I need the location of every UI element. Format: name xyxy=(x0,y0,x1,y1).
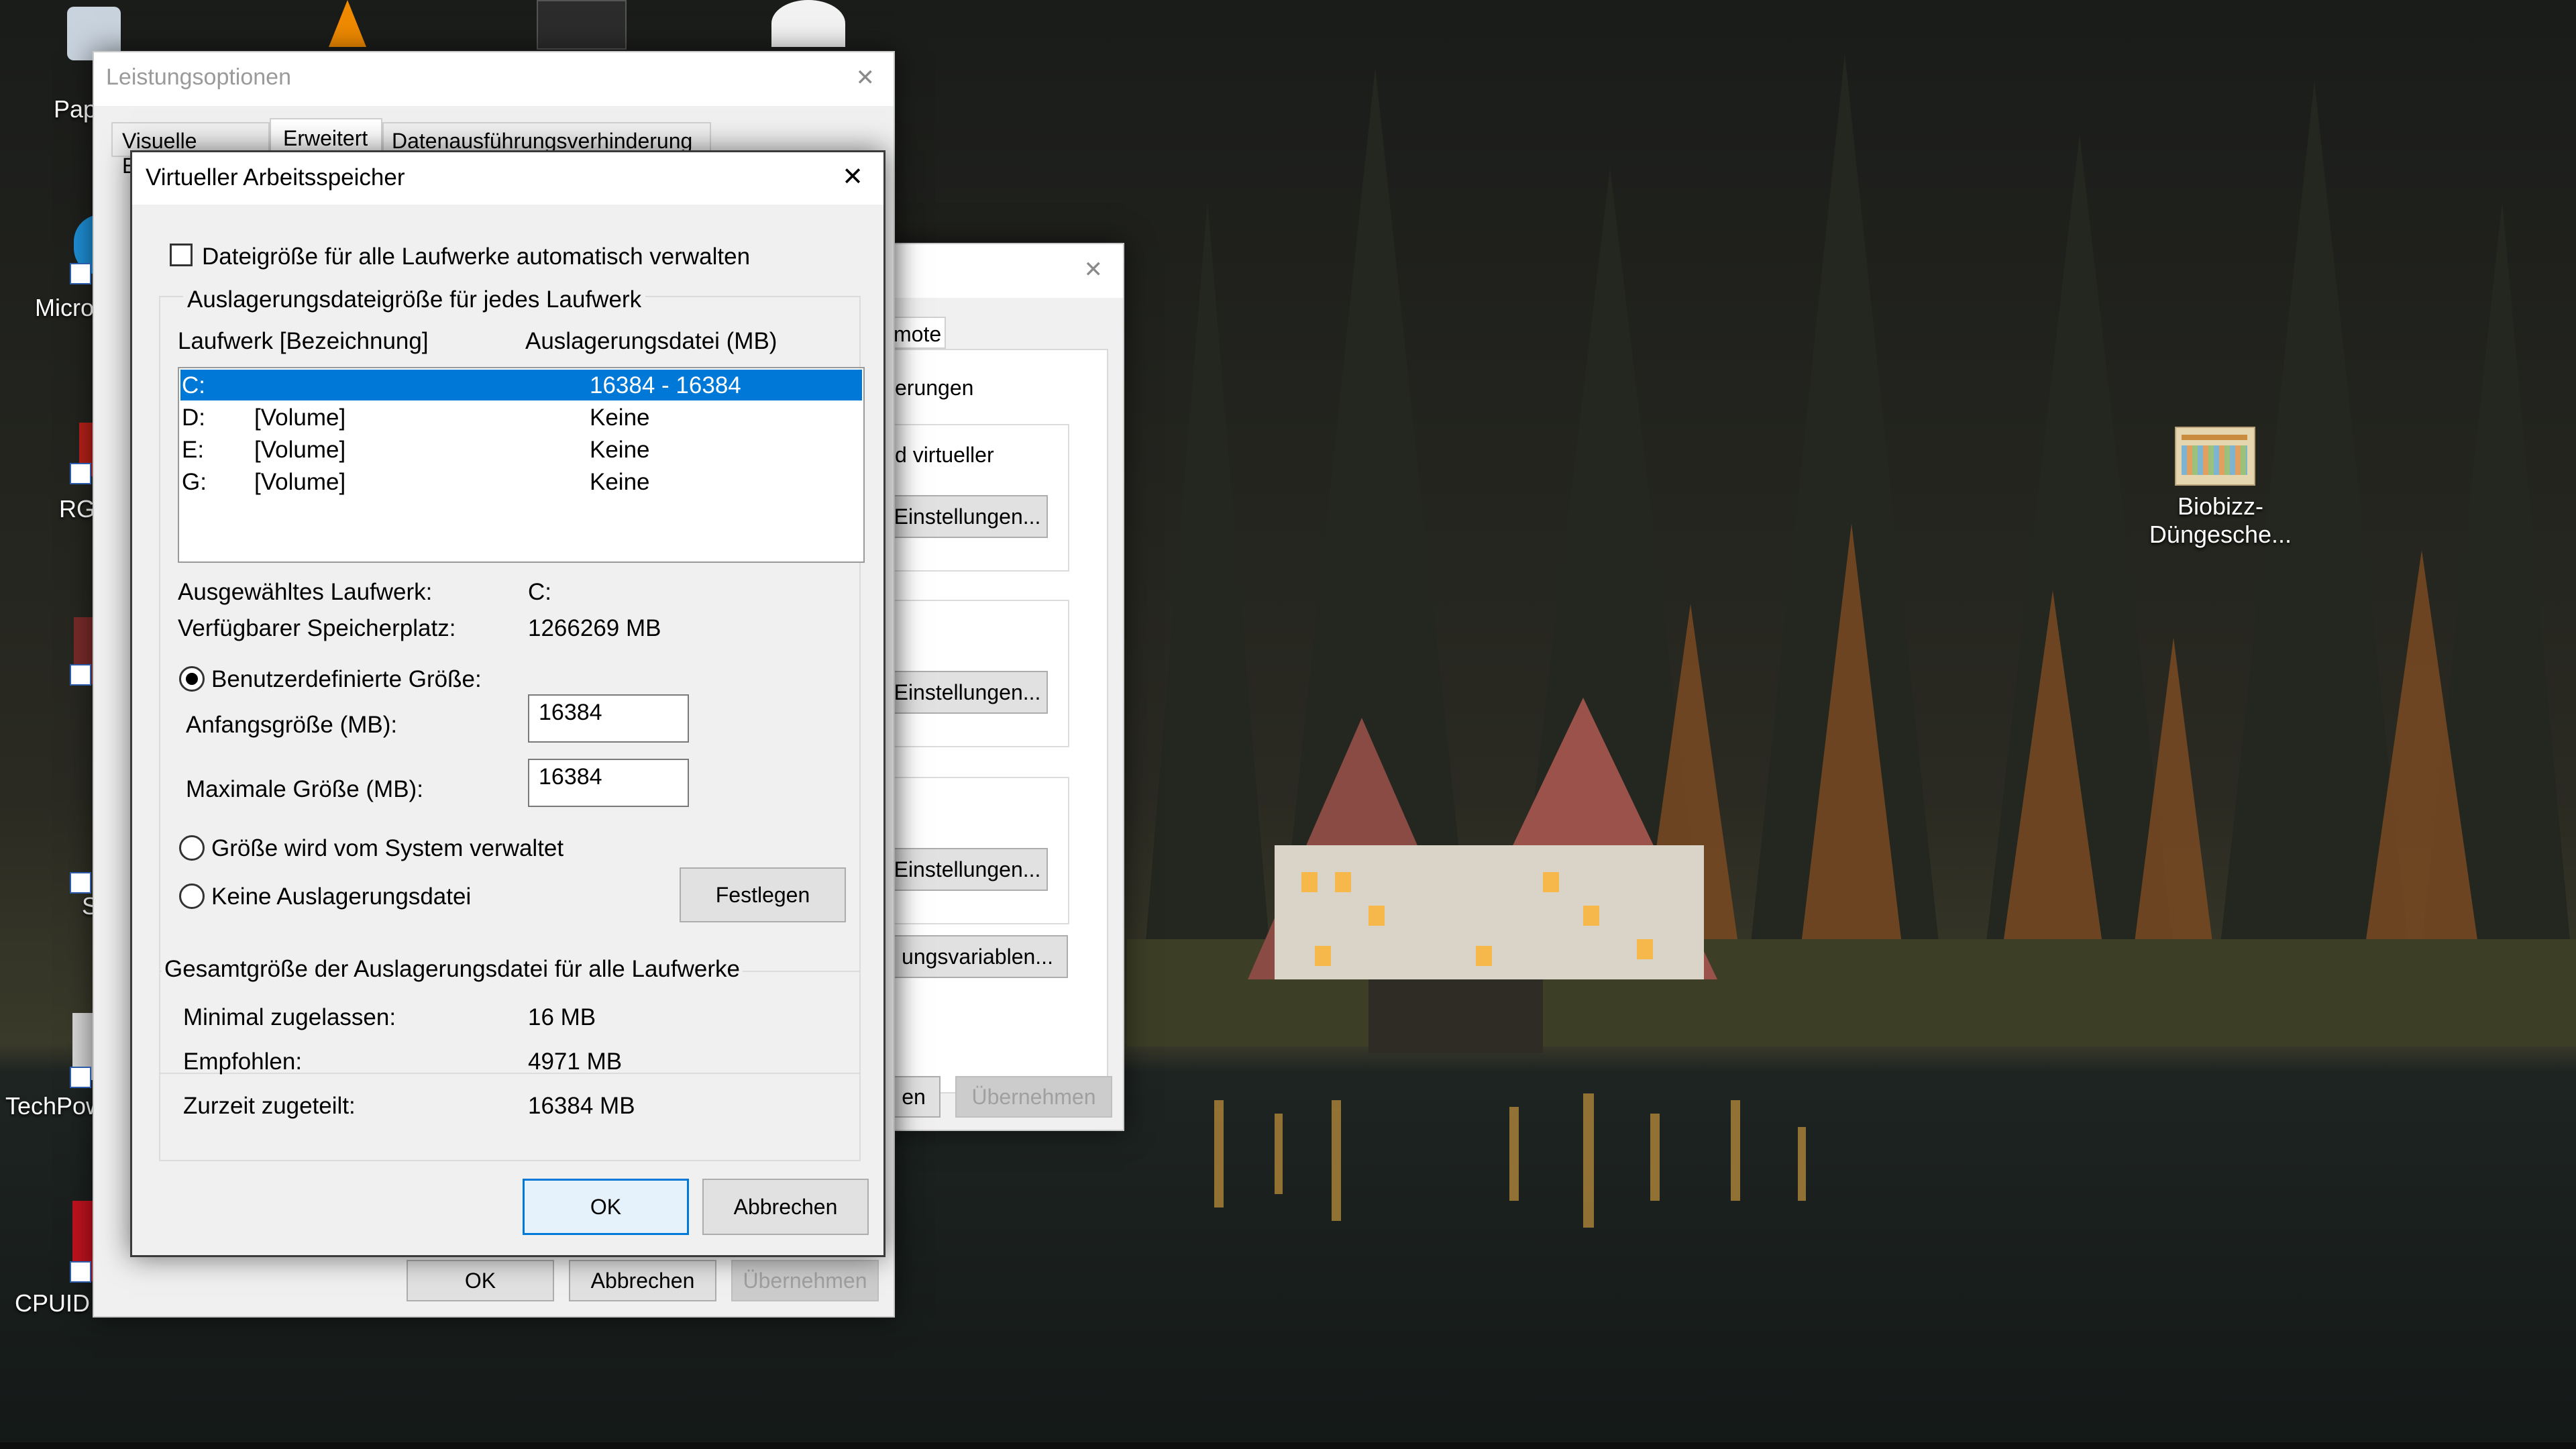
system-properties-cancel-button[interactable]: en xyxy=(887,1076,941,1118)
close-icon[interactable]: ✕ xyxy=(856,64,875,91)
app-icon-helmet[interactable] xyxy=(771,0,845,47)
drive-pagefile-size: 16384 - 16384 xyxy=(590,372,741,398)
tab-label: mote xyxy=(894,322,942,346)
allocated-value: 16384 MB xyxy=(528,1093,635,1119)
recommended-label: Empfohlen: xyxy=(183,1049,303,1075)
settings-button-performance[interactable]: Einstellungen... xyxy=(887,495,1048,538)
system-properties-apply-button: Übernehmen xyxy=(955,1076,1112,1118)
environment-variables-button[interactable]: ungsvariablen... xyxy=(887,935,1068,978)
desktop-icon-label: CPUID xyxy=(15,1289,91,1317)
desktop-icon-label: Micro xyxy=(35,294,94,321)
custom-size-label: Benutzerdefinierte Größe: xyxy=(211,666,482,692)
system-managed-label: Größe wird vom System verwaltet xyxy=(211,835,564,861)
text-fragment: d virtueller xyxy=(895,443,994,467)
total-size-group-title: Gesamtgröße der Auslagerungsdatei für al… xyxy=(162,956,743,983)
shortcut-arrow-icon xyxy=(70,463,91,484)
close-icon[interactable]: ✕ xyxy=(842,162,863,192)
drive-letter: D: xyxy=(182,405,205,431)
max-size-input[interactable]: 16384 xyxy=(528,759,689,807)
per-drive-group-title: Auslagerungsdateigröße für jedes Laufwer… xyxy=(183,286,646,313)
drive-pagefile-size: Keine xyxy=(590,469,650,495)
initial-size-input[interactable]: 16384 xyxy=(528,694,689,743)
close-icon[interactable]: ✕ xyxy=(1084,256,1104,283)
no-pagefile-radio[interactable] xyxy=(179,883,205,909)
drive-letter: G: xyxy=(182,469,207,495)
virtual-memory-dialog: Virtueller Arbeitsspeicher ✕ Dateigröße … xyxy=(130,150,885,1257)
auto-manage-checkbox[interactable] xyxy=(170,244,193,266)
drive-row-c[interactable]: C: 16384 - 16384 xyxy=(180,370,862,400)
settings-button-startup[interactable]: Einstellungen... xyxy=(887,848,1048,891)
free-space-value: 1266269 MB xyxy=(528,615,661,641)
drive-pagefile-size: Keine xyxy=(590,405,650,431)
drive-list[interactable]: C: 16384 - 16384 D: [Volume] Keine E: [V… xyxy=(178,367,865,563)
drive-row-d[interactable]: D: [Volume] Keine xyxy=(180,402,862,433)
drive-letter: E: xyxy=(182,437,205,463)
performance-options-titlebar: Leistungsoptionen xyxy=(94,52,894,106)
settings-button-profiles[interactable]: Einstellungen... xyxy=(887,671,1048,714)
free-space-label: Verfügbarer Speicherplatz: xyxy=(178,615,456,641)
system-properties-panel: erungen d virtueller Einstellungen... Ei… xyxy=(887,349,1108,1093)
desktop-icon-label: Biobizz-Düngesche... xyxy=(2149,492,2292,548)
performance-apply-button: Übernehmen xyxy=(731,1260,879,1301)
auto-manage-label: Dateigröße für alle Laufwerke automatisc… xyxy=(202,244,751,270)
drive-pagefile-size: Keine xyxy=(590,437,650,463)
performance-ok-button[interactable]: OK xyxy=(407,1260,554,1301)
drive-row-g[interactable]: G: [Volume] Keine xyxy=(180,466,862,497)
system-managed-radio[interactable] xyxy=(179,835,205,861)
tab-label: Erweitert xyxy=(283,126,368,150)
allocated-label: Zurzeit zugeteilt: xyxy=(183,1093,356,1119)
desktop-icon-label: Pap xyxy=(54,95,97,123)
custom-size-radio[interactable] xyxy=(179,666,205,692)
set-button[interactable]: Festlegen xyxy=(680,867,846,922)
app-icon-orange-arrow[interactable] xyxy=(537,0,627,50)
drive-label: [Volume] xyxy=(254,437,346,463)
selected-drive-value: C: xyxy=(528,579,551,605)
shortcut-arrow-icon xyxy=(70,872,91,894)
drive-label: [Volume] xyxy=(254,469,346,495)
shortcut-arrow-icon xyxy=(70,1067,91,1088)
spreadsheet-thumbnail-icon xyxy=(2175,427,2255,486)
max-size-label: Maximale Größe (MB): xyxy=(186,776,423,802)
window-title: Leistungsoptionen xyxy=(106,64,292,90)
drive-letter: C: xyxy=(182,372,205,398)
column-header-drive: Laufwerk [Bezeichnung] xyxy=(178,328,429,354)
drive-label: [Volume] xyxy=(254,405,346,431)
vlc-icon[interactable] xyxy=(329,0,366,47)
initial-size-label: Anfangsgröße (MB): xyxy=(186,712,398,738)
min-allowed-label: Minimal zugelassen: xyxy=(183,1004,396,1030)
desktop-icon-label: RG xyxy=(59,495,95,523)
shortcut-arrow-icon xyxy=(70,1261,91,1283)
desktop-icon-biobizz[interactable]: Biobizz-Düngesche... xyxy=(2093,416,2334,548)
system-properties-tab[interactable]: mote xyxy=(887,317,946,349)
virtual-memory-titlebar: Virtueller Arbeitsspeicher xyxy=(132,152,883,205)
cancel-button[interactable]: Abbrechen xyxy=(702,1179,869,1235)
performance-cancel-button[interactable]: Abbrechen xyxy=(569,1260,716,1301)
dialog-title: Virtueller Arbeitsspeicher xyxy=(146,164,405,191)
min-allowed-value: 16 MB xyxy=(528,1004,596,1030)
no-pagefile-label: Keine Auslagerungsdatei xyxy=(211,883,472,910)
system-properties-window: ✕ mote erungen d virtueller Einstellunge… xyxy=(885,243,1124,1131)
shortcut-arrow-icon xyxy=(70,664,91,686)
selected-drive-label: Ausgewähltes Laufwerk: xyxy=(178,579,433,605)
ok-button[interactable]: OK xyxy=(523,1179,689,1235)
desktop-icon-label: TechPow xyxy=(5,1092,104,1120)
shortcut-arrow-icon xyxy=(70,263,91,284)
drive-row-e[interactable]: E: [Volume] Keine xyxy=(180,434,862,465)
column-header-pagefile: Auslagerungsdatei (MB) xyxy=(525,328,777,354)
text-fragment: erungen xyxy=(895,376,974,400)
recommended-value: 4971 MB xyxy=(528,1049,623,1075)
